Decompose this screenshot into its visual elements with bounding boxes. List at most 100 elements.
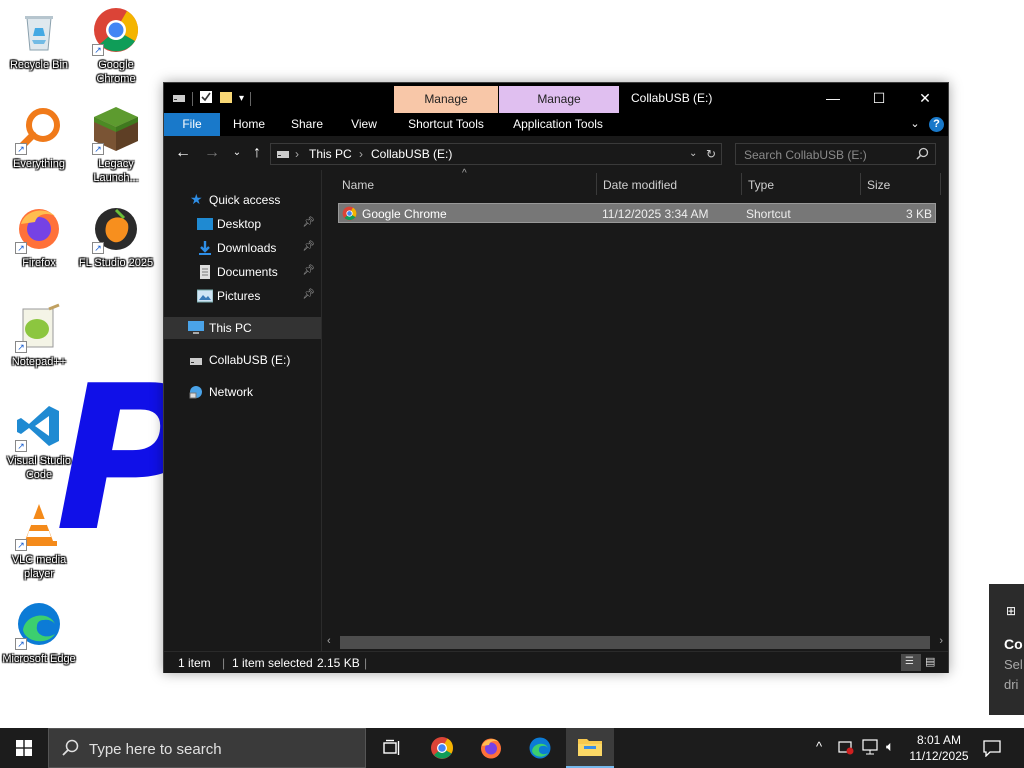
breadcrumb-collabusb[interactable]: CollabUSB (E:) bbox=[371, 147, 452, 161]
back-button[interactable]: ← bbox=[173, 144, 193, 162]
notification-toast[interactable]: ⊞ Co Sel dri bbox=[989, 584, 1024, 715]
nav-this-pc[interactable]: This PC bbox=[164, 317, 321, 339]
desktop-icon-notepad-plus-plus[interactable]: ↗ Notepad++ bbox=[1, 303, 77, 369]
shortcut-arrow-icon: ↗ bbox=[15, 638, 27, 650]
start-button[interactable] bbox=[0, 728, 48, 768]
recent-locations-button[interactable]: ⌄ bbox=[227, 147, 247, 158]
column-header-type[interactable]: Type bbox=[748, 178, 774, 192]
recycle-bin-icon bbox=[15, 6, 63, 54]
column-header-row: ^ Name Date modified Type Size bbox=[322, 168, 948, 198]
horizontal-scrollbar[interactable]: ‹ › bbox=[322, 634, 948, 651]
address-row: ← → ⌄ ↑ › This PC › CollabUSB (E:) ⌄ ↻ S… bbox=[164, 136, 948, 170]
taskbar-edge[interactable] bbox=[516, 728, 564, 768]
nav-network[interactable]: Network bbox=[164, 381, 321, 403]
column-divider[interactable] bbox=[940, 173, 941, 195]
tab-application-tools[interactable]: Application Tools bbox=[499, 113, 617, 136]
large-icons-view-button[interactable]: ▤ bbox=[925, 655, 935, 668]
network-icon[interactable] bbox=[862, 739, 880, 758]
search-placeholder: Search CollabUSB (E:) bbox=[744, 148, 867, 162]
shortcut-arrow-icon: ↗ bbox=[15, 341, 27, 353]
maximize-button[interactable]: ☐ bbox=[856, 83, 902, 113]
taskbar-file-explorer[interactable] bbox=[566, 728, 614, 768]
tab-view[interactable]: View bbox=[338, 113, 390, 136]
nav-pictures[interactable]: Pictures 📌︎ bbox=[164, 285, 321, 307]
desktop-icon-firefox[interactable]: ↗ Firefox bbox=[1, 204, 77, 270]
nav-label: Quick access bbox=[209, 193, 281, 207]
desktop-icon-microsoft-edge[interactable]: ↗ Microsoft Edge bbox=[1, 600, 77, 666]
context-tab-manage-application[interactable]: Manage bbox=[499, 86, 619, 113]
safely-remove-hardware-icon[interactable] bbox=[838, 739, 854, 758]
desktop-icon-label: Visual Studio Code bbox=[6, 455, 71, 481]
new-folder-icon[interactable] bbox=[219, 90, 233, 107]
status-divider: | bbox=[222, 656, 226, 670]
column-divider[interactable] bbox=[860, 173, 861, 195]
desktop-icon-fl-studio[interactable]: ↗ FL Studio 2025 bbox=[78, 204, 154, 270]
column-divider[interactable] bbox=[596, 173, 597, 195]
minimize-button[interactable]: — bbox=[810, 83, 856, 113]
navigation-pane: ★ Quick access Desktop 📌︎ Downloads 📌︎ D… bbox=[164, 170, 321, 651]
nav-documents[interactable]: Documents 📌︎ bbox=[164, 261, 321, 283]
nav-downloads[interactable]: Downloads 📌︎ bbox=[164, 237, 321, 259]
column-header-date-modified[interactable]: Date modified bbox=[603, 178, 677, 192]
file-row[interactable]: Google Chrome 11/12/2025 3:34 AM Shortcu… bbox=[338, 203, 936, 223]
nav-desktop[interactable]: Desktop 📌︎ bbox=[164, 213, 321, 235]
arrow-left-icon: ← bbox=[175, 144, 191, 161]
tab-home[interactable]: Home bbox=[222, 113, 276, 136]
context-tab-manage-shortcut[interactable]: Manage bbox=[394, 86, 498, 113]
breadcrumb-this-pc[interactable]: This PC bbox=[309, 147, 352, 161]
desktop-icon-google-chrome[interactable]: ↗ Google Chrome bbox=[78, 6, 154, 86]
task-view-button[interactable] bbox=[368, 728, 416, 768]
scrollbar-thumb[interactable] bbox=[340, 636, 930, 649]
customize-qat-icon[interactable]: ▾ bbox=[239, 93, 244, 104]
edge-icon: ↗ bbox=[15, 600, 63, 650]
title-bar[interactable]: ▾ Manage Manage CollabUSB (E:) — ☐ ✕ bbox=[164, 83, 948, 113]
desktop-icon-vlc[interactable]: ↗ VLC media player bbox=[1, 501, 77, 581]
minecraft-grass-block-icon: ↗ bbox=[92, 105, 140, 155]
scroll-left-icon[interactable]: ‹ bbox=[327, 635, 331, 647]
close-button[interactable]: ✕ bbox=[902, 83, 948, 113]
status-selected-size: 2.15 KB bbox=[317, 656, 360, 670]
action-center-button[interactable] bbox=[972, 728, 1012, 768]
context-tab-label: Manage bbox=[424, 92, 468, 106]
tab-shortcut-tools[interactable]: Shortcut Tools bbox=[394, 113, 498, 136]
expand-ribbon-button[interactable]: ⌄ bbox=[905, 113, 925, 136]
nav-quick-access[interactable]: ★ Quick access bbox=[164, 189, 321, 211]
desktop-icon-label: Google Chrome bbox=[96, 59, 136, 85]
properties-icon[interactable] bbox=[199, 90, 213, 107]
column-header-name[interactable]: Name bbox=[342, 178, 374, 192]
desktop-icon-everything[interactable]: ↗ Everything bbox=[1, 105, 77, 171]
forward-button[interactable]: → bbox=[202, 144, 222, 162]
chrome-icon bbox=[430, 736, 454, 763]
volume-icon[interactable]: 🔈︎ bbox=[886, 738, 894, 755]
taskbar-chrome[interactable] bbox=[418, 728, 466, 768]
refresh-button[interactable]: ↻ bbox=[706, 147, 716, 161]
address-bar[interactable]: › This PC › CollabUSB (E:) ⌄ ↻ bbox=[270, 143, 722, 165]
up-button[interactable]: ↑ bbox=[247, 144, 267, 162]
chevron-down-icon: ⌄ bbox=[232, 147, 242, 158]
desktop-icon-label: Firefox bbox=[22, 257, 56, 269]
arrow-right-icon: → bbox=[204, 144, 220, 161]
column-divider[interactable] bbox=[741, 173, 742, 195]
nav-collabusb[interactable]: CollabUSB (E:) bbox=[164, 349, 321, 371]
tab-share[interactable]: Share bbox=[280, 113, 334, 136]
desktop-icon-label: VLC media player bbox=[11, 554, 67, 580]
scroll-right-icon[interactable]: › bbox=[939, 635, 943, 647]
help-button[interactable]: ? bbox=[929, 117, 944, 132]
nav-label: Pictures bbox=[217, 289, 261, 303]
shortcut-arrow-icon: ↗ bbox=[15, 440, 27, 452]
column-header-size[interactable]: Size bbox=[867, 178, 890, 192]
taskbar-firefox[interactable] bbox=[467, 728, 515, 768]
search-box[interactable]: Search CollabUSB (E:) bbox=[735, 143, 936, 165]
details-view-button[interactable]: ☰ bbox=[901, 654, 921, 671]
desktop-icon-vscode[interactable]: ↗ Visual Studio Code bbox=[1, 402, 77, 482]
taskbar-search-box[interactable]: Type here to search bbox=[48, 728, 366, 768]
address-dropdown-button[interactable]: ⌄ bbox=[689, 148, 697, 159]
drive-icon[interactable] bbox=[172, 92, 186, 106]
tab-file[interactable]: File bbox=[164, 113, 220, 136]
show-hidden-icons-button[interactable]: ^ bbox=[816, 739, 822, 754]
taskbar-clock[interactable]: 8:01 AM 11/12/2025 bbox=[908, 732, 970, 764]
edge-icon bbox=[528, 736, 552, 763]
desktop-icon-legacy-launcher[interactable]: ↗ Legacy Launch... bbox=[78, 105, 154, 185]
shortcut-arrow-icon: ↗ bbox=[15, 242, 27, 254]
desktop-icon-recycle-bin[interactable]: Recycle Bin bbox=[1, 6, 77, 72]
